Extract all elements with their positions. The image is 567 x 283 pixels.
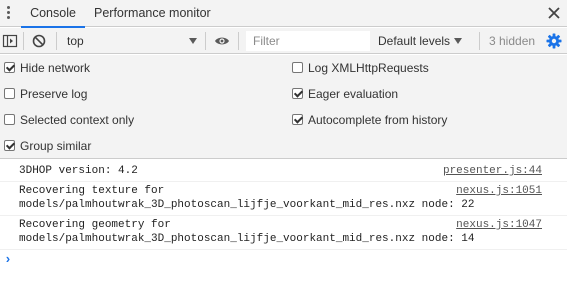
source-link[interactable]: nexus.js:1051	[456, 184, 542, 198]
checkbox[interactable]	[292, 62, 303, 73]
tab-performance-monitor[interactable]: Performance monitor	[94, 0, 211, 27]
tab-console-label: Console	[30, 6, 76, 20]
message-text: Recovering texture for	[19, 185, 165, 197]
console-toolbar: top Default levels 3 hidden	[0, 28, 567, 54]
checkbox[interactable]	[292, 88, 303, 99]
toolbar-divider	[238, 32, 239, 50]
console-message: Recovering geometry for models/palmhoutw…	[0, 216, 567, 250]
context-selector[interactable]: top	[67, 28, 84, 54]
filter-input[interactable]	[246, 31, 370, 51]
setting-label: Preserve log	[20, 87, 88, 101]
toolbar-divider	[23, 32, 24, 50]
more-options-icon[interactable]	[5, 6, 11, 22]
console-messages: 3DHOP version: 4.2 presenter.js:44 Recov…	[0, 160, 567, 283]
checkbox[interactable]	[4, 88, 15, 99]
gear-icon[interactable]	[546, 33, 562, 49]
toolbar-divider	[56, 32, 57, 50]
console-prompt[interactable]: ›	[4, 252, 12, 267]
toolbar-divider	[205, 32, 206, 50]
source-link[interactable]: nexus.js:1047	[456, 218, 542, 232]
checkbox[interactable]	[292, 114, 303, 125]
tab-performance-monitor-label: Performance monitor	[94, 6, 211, 20]
console-settings-panel: Hide network Preserve log Selected conte…	[0, 55, 567, 159]
checkbox[interactable]	[4, 114, 15, 125]
message-text: models/palmhoutwrak_3D_photoscan_lijfje_…	[19, 233, 475, 245]
checkbox[interactable]	[4, 140, 15, 151]
close-icon[interactable]	[546, 5, 562, 21]
show-sidebar-icon[interactable]	[2, 33, 18, 49]
console-message: Recovering texture for models/palmhoutwr…	[0, 182, 567, 216]
tab-console[interactable]: Console	[21, 0, 85, 28]
message-text: models/palmhoutwrak_3D_photoscan_lijfje_…	[19, 199, 475, 211]
setting-label: Selected context only	[20, 113, 135, 127]
clear-console-icon[interactable]	[31, 33, 47, 49]
source-link[interactable]: presenter.js:44	[443, 164, 542, 178]
setting-label: Hide network	[20, 61, 91, 75]
drawer-tab-bar: Console Performance monitor	[0, 0, 567, 28]
chevron-down-icon[interactable]	[454, 38, 462, 44]
log-levels-dropdown[interactable]: Default levels	[378, 28, 450, 54]
setting-label: Autocomplete from history	[308, 113, 448, 127]
setting-label: Group similar	[20, 139, 92, 153]
chevron-down-icon[interactable]	[189, 38, 197, 44]
toolbar-divider	[479, 32, 480, 50]
hidden-messages-count: 3 hidden	[489, 34, 536, 48]
setting-label: Log XMLHttpRequests	[308, 61, 429, 75]
eye-icon[interactable]	[214, 33, 230, 49]
setting-label: Eager evaluation	[308, 87, 399, 101]
console-message: 3DHOP version: 4.2 presenter.js:44	[0, 160, 567, 182]
checkbox[interactable]	[4, 62, 15, 73]
message-text: 3DHOP version: 4.2	[19, 165, 138, 177]
message-text: Recovering geometry for	[19, 219, 171, 231]
